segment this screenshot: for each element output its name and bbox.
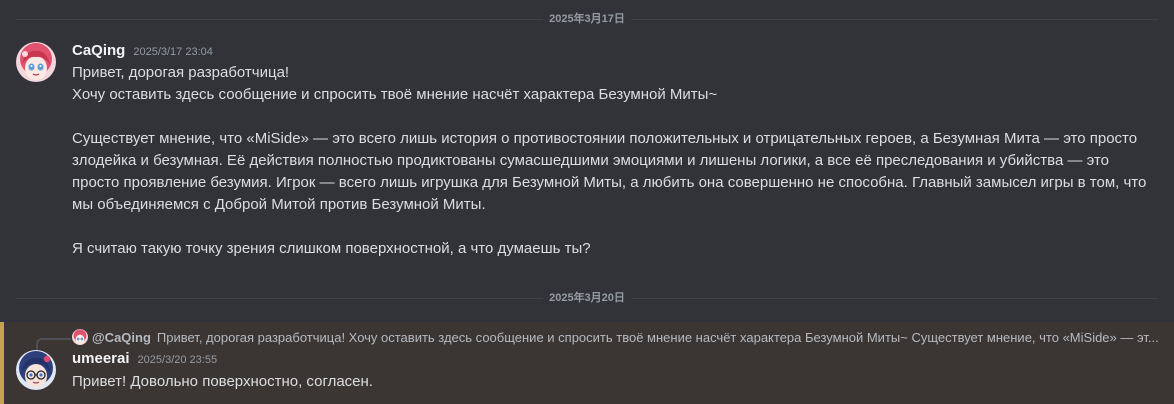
- reply-username[interactable]: @CaQing: [92, 330, 151, 345]
- avatar[interactable]: [16, 42, 56, 82]
- timestamp: 2025/3/20 23:55: [137, 354, 218, 366]
- message-content: Привет! Довольно поверхностно, согласен.: [72, 371, 1156, 393]
- timestamp: 2025/3/17 23:04: [133, 46, 213, 58]
- message-header: CaQing 2025/3/17 23:04: [72, 42, 213, 59]
- message-paragraph: Я считаю такую точку зрения слишком пове…: [72, 240, 591, 257]
- avatar[interactable]: [16, 350, 56, 390]
- reply-avatar: [72, 329, 88, 345]
- message-paragraph: Существует мнение, что «MiSide» — это вс…: [72, 130, 1147, 213]
- reply-preview[interactable]: @CaQing Привет, дорогая разработчица! Хо…: [72, 327, 1162, 347]
- message-line: Привет, дорогая разработчица! Хочу остави…: [72, 64, 718, 103]
- message-header: umeerai 2025/3/20 23:55: [72, 350, 217, 367]
- username[interactable]: CaQing: [72, 42, 125, 59]
- date-divider: 2025年3月20日: [16, 290, 1158, 306]
- message-content: Привет, дорогая разработчица! Хочу остави…: [72, 62, 1156, 260]
- reply-text[interactable]: Привет, дорогая разработчица! Хочу остав…: [157, 330, 1159, 345]
- message-paragraph: Привет! Довольно поверхностно, согласен.: [72, 373, 373, 390]
- date-divider: 2025年3月17日: [16, 11, 1158, 27]
- date-divider-label: 2025年3月20日: [543, 290, 631, 306]
- date-divider-label: 2025年3月17日: [543, 11, 631, 27]
- username[interactable]: umeerai: [72, 350, 130, 367]
